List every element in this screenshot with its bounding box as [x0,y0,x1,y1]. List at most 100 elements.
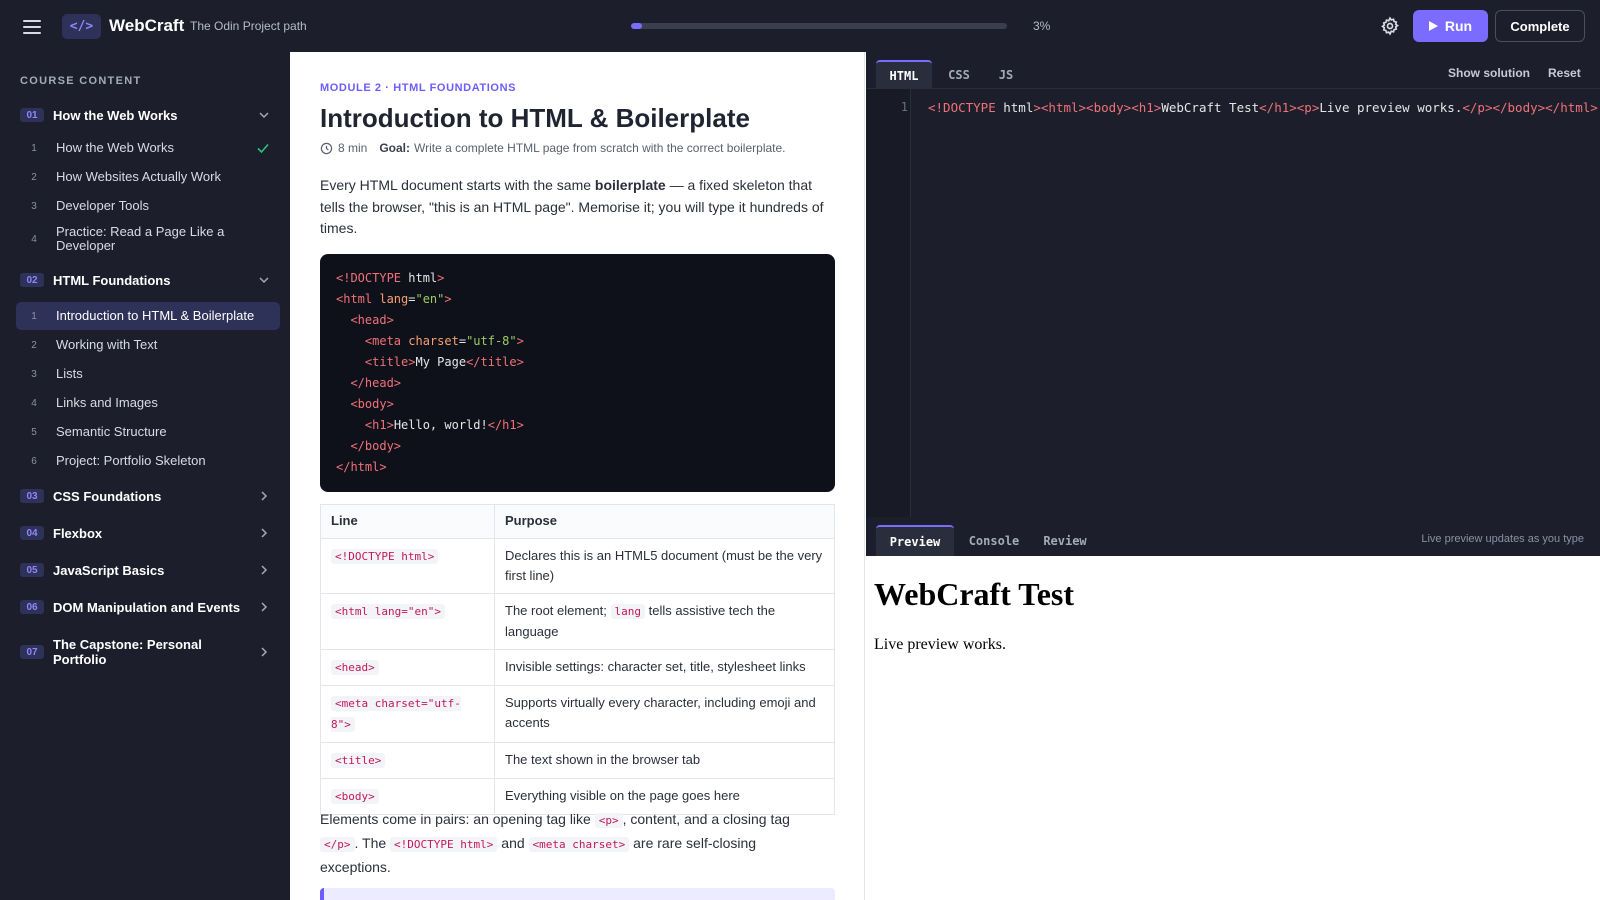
lesson-content: MODULE 2 · HTML FOUNDATIONS Introduction… [290,52,865,900]
editor-code-input[interactable]: <!DOCTYPE html><html><body><h1>WebCraft … [928,100,1600,115]
course-progress-label: 3% [1033,19,1051,33]
code-token: </h1><p> [1259,100,1320,115]
code-token: <!DOCTYPE [336,271,402,285]
sidebar-lesson[interactable]: 5 Semantic Structure [16,418,280,446]
boilerplate-table: Line Purpose <!DOCTYPE html> Declares th… [320,504,835,815]
run-button[interactable]: Run [1413,10,1488,42]
gear-icon[interactable] [1380,16,1400,36]
module-title: HTML Foundations [53,272,171,288]
lesson-duration: 8 min [338,141,368,155]
lesson-number: 3 [31,200,37,212]
outro-text: and [497,835,529,851]
code-token: ><html><body><h1> [1033,100,1162,115]
sidebar-module-07[interactable]: 07 The Capstone: Personal Portfolio [16,636,280,668]
lesson-title: Working with Text [56,337,158,352]
sidebar-lesson-active[interactable]: 1 Introduction to HTML & Boilerplate [16,302,280,330]
lesson-number: 4 [31,233,37,245]
table-row: <meta charset="utf-8"> Supports virtuall… [320,685,835,743]
tab-js[interactable]: JS [986,60,1026,89]
code-token: html [401,271,438,285]
module-number: 03 [20,489,44,503]
lesson-number: 1 [31,310,37,322]
lesson-meta: 8 min Goal: Write a complete HTML page f… [320,141,786,155]
sidebar-lesson[interactable]: 2 Working with Text [16,331,280,359]
module-number: 07 [20,645,44,659]
goal-label: Goal: [379,141,411,155]
course-progress-bar [631,23,1007,29]
tab-html[interactable]: HTML [876,60,932,89]
show-solution-button[interactable]: Show solution [1448,66,1530,80]
module-eyebrow: MODULE 2 · HTML FOUNDATIONS [320,82,517,94]
column-header: Line [320,504,495,539]
module-number: 01 [20,108,44,122]
module-title: DOM Manipulation and Events [53,599,241,615]
reset-button[interactable]: Reset [1548,66,1581,80]
lesson-number: 5 [31,426,37,438]
code-token: charset [401,334,459,348]
lesson-number: 4 [31,397,37,409]
code-token: lang [372,292,409,306]
tab-console[interactable]: Console [960,525,1028,556]
tab-preview[interactable]: Preview [876,525,954,556]
chevron-down-icon [259,277,269,284]
module-title: The Capstone: Personal Portfolio [53,637,202,667]
top-bar: </> WebCraft The Odin Project path 3% Ru… [0,0,1600,52]
inline-code: <p> [594,813,623,828]
intro-bold: boilerplate [594,177,666,193]
course-progress-fill [631,23,643,29]
logo-icon: </> [62,14,101,39]
code-token: "utf-8" [466,334,517,348]
sidebar-module-06[interactable]: 06 DOM Manipulation and Events [16,596,280,618]
lesson-title: Links and Images [56,395,158,410]
module-number: 06 [20,600,44,614]
sidebar-lesson[interactable]: 1 How the Web Works [16,134,280,162]
sidebar-lesson[interactable]: 4 Practice: Read a Page Like a Developer [16,222,280,256]
boilerplate-code-block: <!DOCTYPE html> <html lang="en"> <head> … [320,254,835,492]
sidebar-lesson[interactable]: 2 How Websites Actually Work [16,163,280,191]
callout-box [320,888,835,900]
inline-code: <!DOCTYPE html> [390,837,498,852]
check-icon [257,143,269,154]
code-token: My Page [415,355,467,369]
lesson-number: 3 [31,368,37,380]
purpose-cell: The text shown in the browser tab [494,742,835,779]
intro-text: Every HTML document starts with the same [320,177,595,193]
purpose-cell: Supports virtually every character, incl… [494,685,835,743]
preview-tab-bar: Preview Console Review Live preview upda… [866,517,1600,556]
sidebar-lesson[interactable]: 3 Lists [16,360,280,388]
sidebar-lesson[interactable]: 3 Developer Tools [16,192,280,220]
code-token: Hello, world! [393,418,488,432]
table-row: <html lang="en"> The root element; lang … [320,593,835,650]
tab-css[interactable]: CSS [936,60,982,89]
code-token: > [437,271,445,285]
clock-icon [320,142,333,154]
column-header: Purpose [494,504,835,539]
module-number: 02 [20,273,44,287]
run-label: Run [1444,18,1473,34]
lesson-title: How the Web Works [56,140,175,155]
module-title: Flexbox [53,525,103,541]
purpose-text: The root element; [505,603,611,618]
lesson-title: Practice: Read a Page Like a Developer [56,224,225,253]
sidebar-lesson[interactable]: 4 Links and Images [16,389,280,417]
menu-icon[interactable] [20,16,44,36]
outro-text: Elements come in pairs: an opening tag l… [320,811,595,827]
lesson-number: 1 [31,142,37,154]
chevron-right-icon [261,602,268,612]
sidebar-lesson[interactable]: 6 Project: Portfolio Skeleton [16,447,280,475]
tab-review[interactable]: Review [1034,525,1096,556]
intro-paragraph: Every HTML document starts with the same… [320,175,830,240]
inline-code: <meta charset> [528,837,630,852]
complete-button[interactable]: Complete [1495,10,1585,42]
sidebar-module-04[interactable]: 04 Flexbox [16,522,280,544]
lesson-number: 2 [31,339,37,351]
sidebar-module-03[interactable]: 03 CSS Foundations [16,485,280,507]
table-row: <head> Invisible settings: character set… [320,649,835,686]
code-cell: <head> [331,660,379,675]
module-title: How the Web Works [53,107,178,123]
code-cell: <html lang="en"> [331,604,445,619]
preview-heading: WebCraft Test [874,576,1074,612]
sidebar-module-01[interactable]: 01 How the Web Works [16,104,280,126]
sidebar-module-05[interactable]: 05 JavaScript Basics [16,559,280,581]
sidebar-module-02[interactable]: 02 HTML Foundations [16,269,280,291]
